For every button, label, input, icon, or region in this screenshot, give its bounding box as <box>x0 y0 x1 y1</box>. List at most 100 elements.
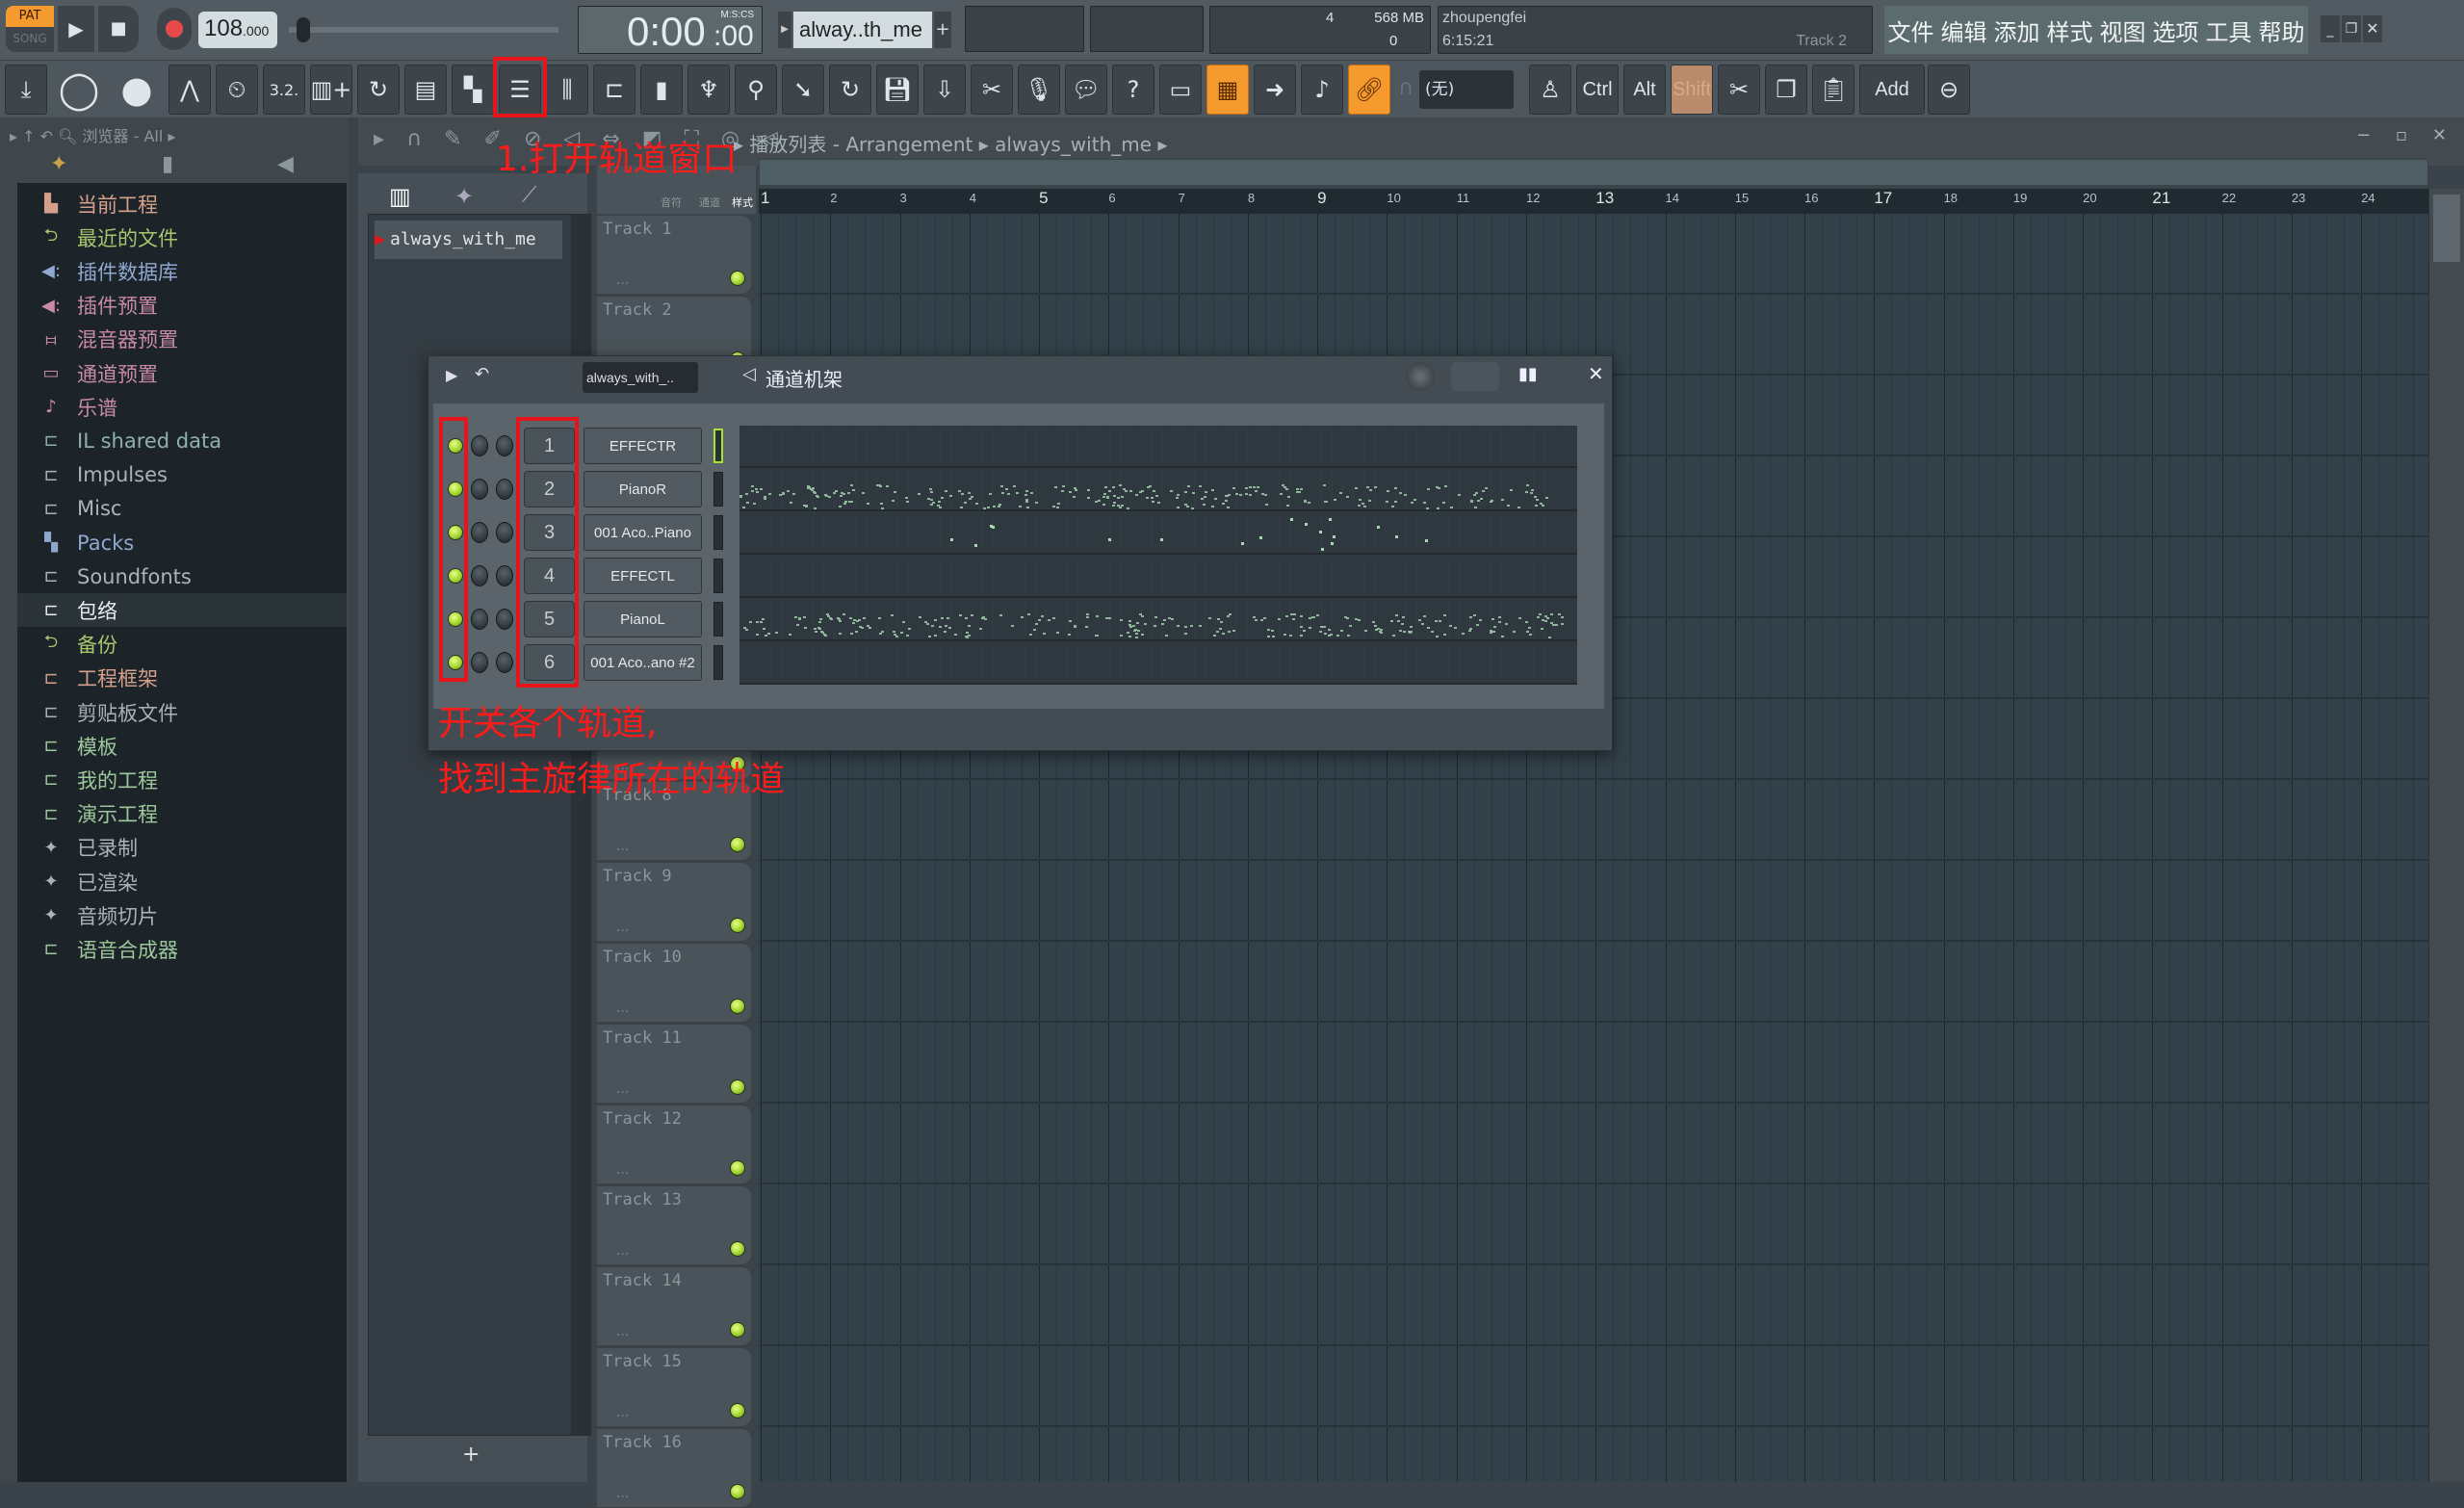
tab-channels[interactable]: 通道 <box>699 195 720 210</box>
stop-button[interactable]: ■ <box>98 6 139 52</box>
playlist-icon[interactable]: ▤ <box>404 65 447 115</box>
browser-all-tab[interactable]: ✦ <box>50 152 67 176</box>
track-menu-dots[interactable]: ... <box>616 1324 629 1339</box>
channel-name-button[interactable]: 001 Aco..ano #2 <box>584 644 702 681</box>
track-mute-led[interactable] <box>730 1484 745 1499</box>
pattern-selector[interactable]: alway..th_me <box>793 12 932 48</box>
add-button[interactable]: Add <box>1859 65 1925 115</box>
ctrl-button[interactable]: Ctrl <box>1576 65 1619 115</box>
mixer-icon[interactable]: ⫼ <box>546 65 588 115</box>
menu-item[interactable]: 添加 <box>1994 13 2040 47</box>
channel-name-button[interactable]: PianoR <box>584 471 702 507</box>
channel-pitch-knob[interactable] <box>496 609 513 630</box>
channel-pitch-knob[interactable] <box>496 565 513 586</box>
pattern-item[interactable]: ▶ always_with_me <box>375 221 562 259</box>
track-menu-dots[interactable]: ... <box>616 1081 629 1097</box>
pattern-prev-button[interactable]: ▶ <box>778 12 791 48</box>
copy-icon[interactable]: ❐ <box>1765 65 1807 115</box>
note-icon[interactable]: ♪ <box>1301 65 1343 115</box>
track-mute-led[interactable] <box>730 271 745 286</box>
track-mute-led[interactable] <box>730 918 745 933</box>
master-volume-knob[interactable]: ◯ <box>58 65 100 115</box>
step-record-icon[interactable]: ▥+ <box>310 65 352 115</box>
wait-input-icon[interactable]: ⏲ <box>216 65 258 115</box>
channel-select-indicator[interactable] <box>713 645 723 680</box>
save-icon[interactable]: 💾︎ <box>876 65 919 115</box>
channel-volume-knob[interactable] <box>471 565 488 586</box>
plugin-picker-icon[interactable]: ♆ <box>687 65 730 115</box>
pat-song-toggle[interactable]: PAT SONG <box>6 6 54 52</box>
browser-item[interactable]: ⊏ IL shared data <box>37 424 221 457</box>
menu-item[interactable]: 工具 <box>2206 13 2252 47</box>
channel-select-indicator[interactable] <box>713 515 723 550</box>
add-pattern-plus[interactable]: + <box>462 1443 480 1467</box>
browser-item[interactable]: ▭ 通道预置 <box>37 356 158 390</box>
menu-item[interactable]: 样式 <box>2047 13 2093 47</box>
shift-button[interactable]: Shift <box>1671 65 1713 115</box>
menu-item[interactable]: 选项 <box>2153 13 2199 47</box>
track-mute-led[interactable] <box>730 1079 745 1095</box>
help-icon[interactable]: ? <box>1112 65 1154 115</box>
track-menu-dots[interactable]: ... <box>616 839 629 854</box>
browser-item[interactable]: ⊏ 包络 <box>17 593 347 628</box>
track-menu-dots[interactable]: ... <box>616 1486 629 1501</box>
browser-item[interactable]: ⮌ 备份 <box>37 628 117 662</box>
channel-volume-knob[interactable] <box>471 522 488 543</box>
alt-button[interactable]: Alt <box>1623 65 1666 115</box>
browser-item[interactable]: ⊏ 语音合成器 <box>37 932 178 966</box>
channel-pitch-knob[interactable] <box>496 435 513 456</box>
track-header[interactable]: Track 12... <box>597 1105 751 1184</box>
track-mute-led[interactable] <box>730 1241 745 1257</box>
channel-pitch-knob[interactable] <box>496 522 513 543</box>
snap-guide-icon[interactable]: ⊖ <box>1928 65 1970 115</box>
browser-item[interactable]: ✦ 已渲染 <box>37 865 138 898</box>
arrow-icon[interactable]: ➜ <box>1254 65 1296 115</box>
touch-controller-icon[interactable]: ⚲ <box>735 65 777 115</box>
cut-icon[interactable]: ✂ <box>1718 65 1760 115</box>
restore-window-button[interactable]: ❐ <box>2342 15 2361 42</box>
playlist-pattern-name[interactable]: always_with_me <box>995 133 1152 156</box>
browser-item[interactable]: ⊏ Impulses <box>37 458 167 492</box>
channel-select-indicator[interactable] <box>713 472 723 507</box>
close-window-button[interactable]: ✕ <box>2363 15 2382 42</box>
channel-volume-knob[interactable] <box>471 435 488 456</box>
track-mute-led[interactable] <box>730 1160 745 1176</box>
browser-plugins-tab[interactable]: ◀ <box>277 152 294 176</box>
browser-item[interactable]: ⧦ 混音器预置 <box>37 323 178 356</box>
browser-item[interactable]: ▙ 当前工程 <box>37 187 158 221</box>
time-display[interactable]: 0:00 :00 M:S:CS <box>578 6 763 54</box>
magnet-icon[interactable]: ∩ <box>1398 76 1414 100</box>
track-menu-dots[interactable]: ... <box>616 920 629 935</box>
browser-files-tab[interactable]: ▮ <box>162 152 173 176</box>
microphone-icon[interactable]: 🎙︎ <box>1018 65 1060 115</box>
browser-icon[interactable]: ⊏ <box>593 65 635 115</box>
tempo-display[interactable]: 108.000 <box>198 12 277 48</box>
track-header[interactable]: Track 13... <box>597 1186 751 1265</box>
browser-item[interactable]: ⊏ 我的工程 <box>37 763 158 796</box>
track-menu-dots[interactable]: ... <box>616 273 629 288</box>
paste-icon[interactable]: 📋︎ <box>1812 65 1854 115</box>
browser-item[interactable]: ⊏ 演示工程 <box>37 797 158 831</box>
tab-notes[interactable]: 音符 <box>661 195 682 210</box>
playlist-window-controls[interactable]: − ▫ ✕ <box>2356 125 2456 145</box>
typing-keyboard-icon[interactable]: ▦ <box>1206 65 1249 115</box>
track-mute-led[interactable] <box>730 837 745 852</box>
track-header[interactable]: Track 10... <box>597 944 751 1023</box>
undo-history-icon[interactable]: ↻ <box>829 65 871 115</box>
track-header[interactable]: Track 11... <box>597 1025 751 1104</box>
track-header[interactable]: Track 16... <box>597 1429 751 1508</box>
automation-icon[interactable]: ⟋ <box>522 183 536 207</box>
channel-volume-knob[interactable] <box>471 652 488 673</box>
snap-dropdown[interactable]: (无) <box>1419 70 1514 109</box>
channel-name-button[interactable]: EFFECTR <box>584 428 702 464</box>
track-mute-led[interactable] <box>730 1322 745 1338</box>
record-button[interactable] <box>157 8 192 50</box>
audio-wave-icon[interactable]: ✦ <box>454 183 474 210</box>
chat-icon[interactable]: 💬︎ <box>1065 65 1107 115</box>
channel-name-button[interactable]: 001 Aco..Piano <box>584 514 702 551</box>
track-header[interactable]: Track 14... <box>597 1267 751 1346</box>
rack-step-area[interactable] <box>739 426 1577 685</box>
export-icon[interactable]: ⤓ <box>5 65 47 115</box>
menu-item[interactable]: 帮助 <box>2259 13 2305 47</box>
browser-item[interactable]: ◀: 插件预置 <box>37 289 158 323</box>
